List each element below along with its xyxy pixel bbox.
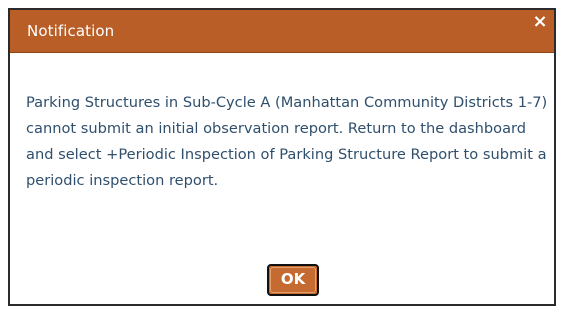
ok-button-label: OK xyxy=(280,270,306,288)
ok-button[interactable]: OK xyxy=(267,264,319,296)
notification-dialog: Notification × Parking Structures in Sub… xyxy=(8,8,556,306)
notification-message: Parking Structures in Sub-Cycle A (Manha… xyxy=(26,94,548,189)
close-icon[interactable]: × xyxy=(530,11,550,33)
dialog-title: Notification xyxy=(27,22,115,40)
dialog-titlebar: Notification × xyxy=(10,10,554,53)
